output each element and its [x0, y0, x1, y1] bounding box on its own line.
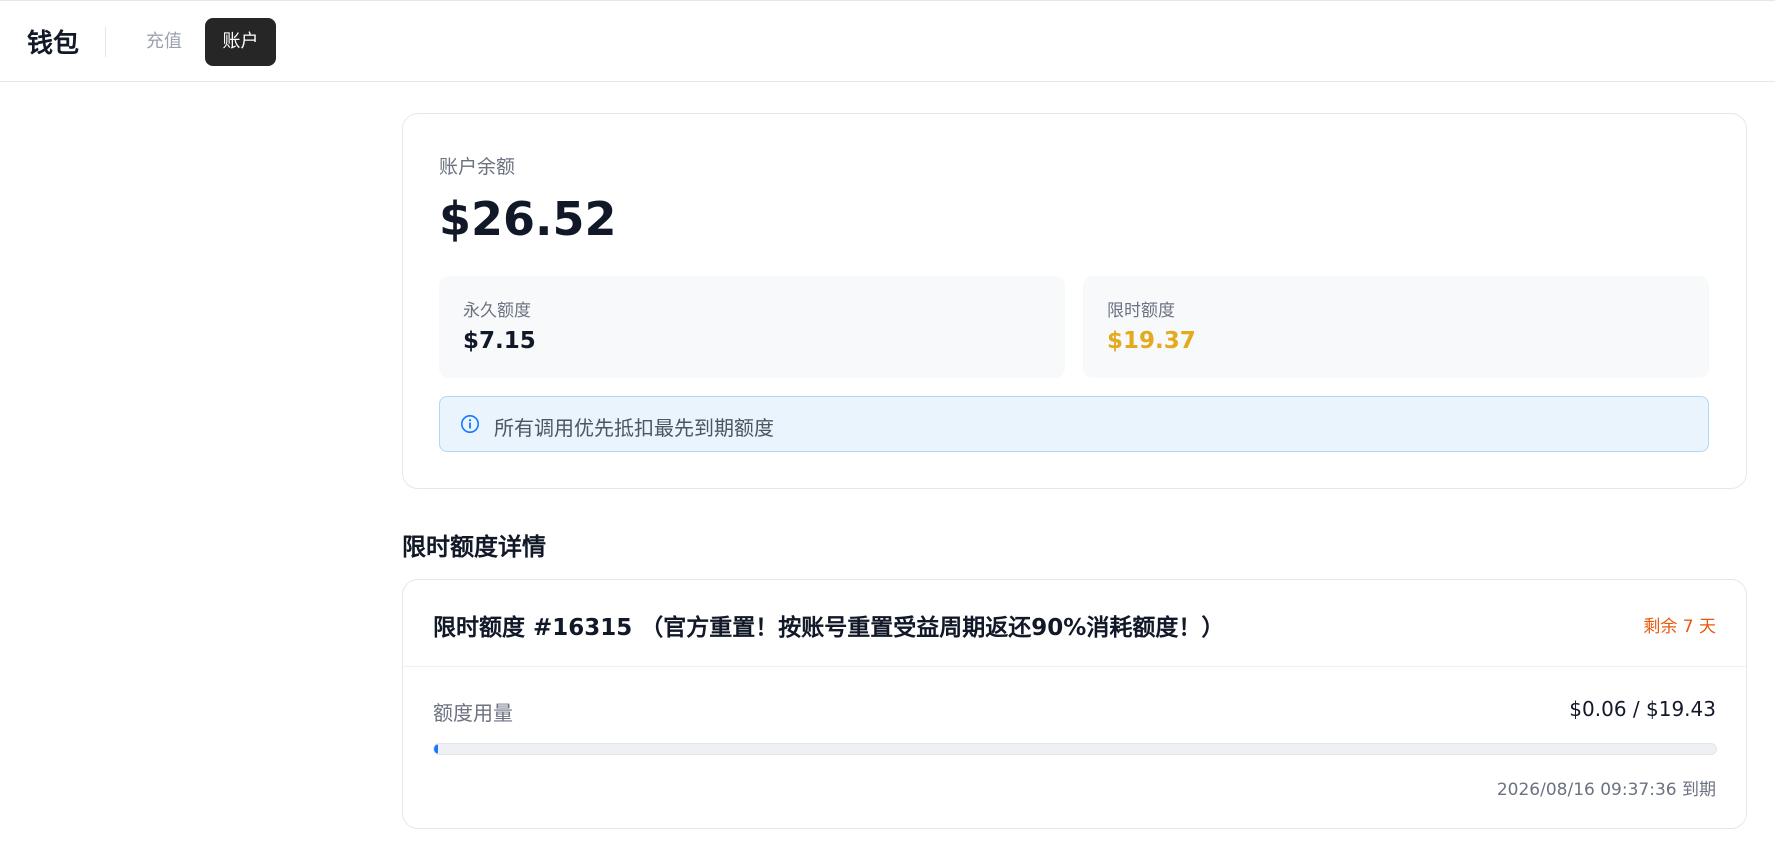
temporary-credit-box: 限时额度 $19.37: [1083, 276, 1709, 378]
remaining-days-badge: 剩余 7 天: [1643, 617, 1716, 637]
temporary-credit-label: 限时额度: [1107, 301, 1175, 321]
balance-amount: $26.52: [439, 192, 617, 246]
detail-header: 限时额度 #16315 （官方重置！按账号重置受益周期返还90%消耗额度！） 剩…: [403, 580, 1746, 667]
detail-title: 限时额度 #16315 （官方重置！按账号重置受益周期返还90%消耗额度！）: [433, 615, 1225, 641]
balance-label: 账户余额: [439, 156, 516, 178]
top-bar: 钱包 充值 账户: [0, 0, 1775, 82]
usage-progress-bar: [433, 743, 1717, 755]
section-title: 限时额度详情: [402, 533, 546, 561]
info-icon: [461, 415, 479, 433]
balance-card: 账户余额 $26.52 永久额度 $7.15 限时额度 $19.37 所有调用优…: [402, 113, 1747, 489]
tab-account[interactable]: 账户: [205, 18, 276, 66]
header-divider: [105, 27, 106, 57]
tab-recharge[interactable]: 充值: [131, 18, 197, 66]
temporary-credit-detail-card: 限时额度 #16315 （官方重置！按账号重置受益周期返还90%消耗额度！） 剩…: [402, 579, 1747, 829]
usage-value: $0.06 / $19.43: [1569, 697, 1716, 721]
permanent-credit-label: 永久额度: [463, 301, 531, 321]
info-notice: 所有调用优先抵扣最先到期额度: [439, 396, 1709, 452]
usage-label: 额度用量: [433, 701, 513, 725]
permanent-credit-box: 永久额度 $7.15: [439, 276, 1065, 378]
permanent-credit-value: $7.15: [463, 328, 536, 354]
temporary-credit-value: $19.37: [1107, 328, 1196, 354]
info-notice-text: 所有调用优先抵扣最先到期额度: [494, 416, 774, 440]
usage-progress-fill: [434, 744, 438, 754]
expiry-date: 2026/08/16 09:37:36 到期: [1496, 780, 1716, 800]
page-title: 钱包: [27, 29, 80, 59]
